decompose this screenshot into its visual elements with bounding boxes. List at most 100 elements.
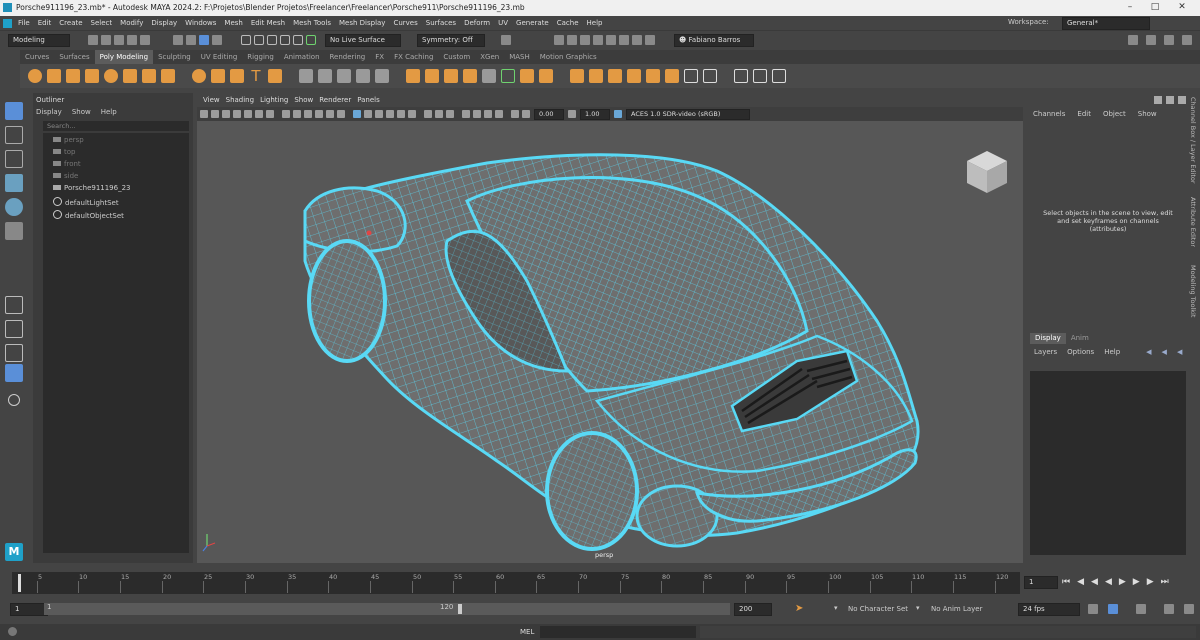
move-layer-down-icon[interactable]: ◀ (1162, 348, 1167, 356)
hypershade-icon[interactable] (606, 35, 616, 45)
quad-draw-icon[interactable] (627, 69, 641, 83)
merge-icon[interactable] (703, 69, 717, 83)
construction-history-icon[interactable] (501, 35, 511, 45)
exposure-field[interactable]: 0.00 (534, 108, 564, 120)
menu-mesh-tools[interactable]: Mesh Tools (293, 19, 331, 27)
animation-end-field[interactable]: 200 (734, 603, 772, 616)
rotate-tool-icon[interactable] (5, 198, 23, 216)
symmetry-dropdown[interactable]: Symmetry: Off (417, 33, 485, 47)
target-weld-icon[interactable] (539, 69, 553, 83)
outliner-search-input[interactable]: Search... (43, 121, 189, 131)
snap-surface-icon[interactable] (293, 35, 303, 45)
layer-tab-anim[interactable]: Anim (1066, 333, 1094, 344)
poly-text-icon[interactable]: T (249, 69, 263, 84)
xray-joints-icon[interactable] (446, 110, 454, 118)
character-set-label[interactable]: No Character Set (848, 605, 908, 613)
outliner-menu-help[interactable]: Help (101, 108, 117, 116)
step-back-frame-icon[interactable]: ◀ (1091, 577, 1098, 587)
shelf-tab-rendering[interactable]: Rendering (325, 50, 371, 64)
field-chart-icon[interactable] (326, 110, 334, 118)
workspace-dropdown[interactable]: General* (1062, 17, 1150, 30)
shadows-icon[interactable] (408, 110, 416, 118)
fill-hole-icon[interactable] (463, 69, 477, 83)
snap-curve-icon[interactable] (254, 35, 264, 45)
channel-box-icon-a[interactable] (1154, 96, 1162, 104)
gate-mask-icon[interactable] (315, 110, 323, 118)
persp-outliner-layout-icon[interactable] (5, 344, 23, 362)
insert-edge-loop-icon[interactable] (589, 69, 603, 83)
loop-icon[interactable] (1088, 604, 1098, 614)
layer-menu-layers[interactable]: Layers (1034, 348, 1057, 356)
menu-file[interactable]: File (18, 19, 30, 27)
new-scene-icon[interactable] (88, 35, 98, 45)
viewport-menu-panels[interactable]: Panels (357, 96, 380, 104)
grease-pencil-icon[interactable] (266, 110, 274, 118)
single-perspective-layout-icon[interactable] (5, 296, 23, 314)
bridge-icon[interactable] (425, 69, 439, 83)
menu-help[interactable]: Help (587, 19, 603, 27)
go-to-end-icon[interactable]: ⏭ (1161, 577, 1169, 587)
viewport-menu-renderer[interactable]: Renderer (319, 96, 351, 104)
shelf-tab-uv-editing[interactable]: UV Editing (196, 50, 243, 64)
menu-deform[interactable]: Deform (464, 19, 490, 27)
shelf-tab-custom[interactable]: Custom (438, 50, 475, 64)
pause-ipr-icon[interactable] (645, 35, 655, 45)
save-scene-icon[interactable] (114, 35, 124, 45)
current-frame-field[interactable]: 1 (1024, 576, 1058, 589)
render-current-icon[interactable] (567, 35, 577, 45)
side-tab-modeling-toolkit[interactable]: Modeling Toolkit (1189, 265, 1197, 317)
append-polygon-icon[interactable] (501, 69, 515, 83)
fps-dropdown[interactable]: 24 fps (1018, 603, 1080, 616)
automatic-map-icon[interactable] (753, 69, 767, 83)
lasso-tool-icon[interactable] (5, 126, 23, 144)
anim-layer-dropdown-arrow[interactable]: ▾ (916, 604, 920, 612)
make-hole-icon[interactable] (482, 69, 496, 83)
undo-icon[interactable] (127, 35, 137, 45)
select-object-icon[interactable] (186, 35, 196, 45)
menu-mesh[interactable]: Mesh (224, 19, 242, 27)
menu-surfaces[interactable]: Surfaces (426, 19, 456, 27)
channel-box-menu-channels[interactable]: Channels (1033, 110, 1065, 118)
offset-edge-loop-icon[interactable] (608, 69, 622, 83)
light-editor-icon[interactable] (632, 35, 642, 45)
animation-preferences-icon[interactable] (1164, 604, 1174, 614)
uv-editor-icon[interactable] (772, 69, 786, 83)
menu-edit-mesh[interactable]: Edit Mesh (251, 19, 285, 27)
outliner-item-porsche[interactable]: Porsche911196_23 (53, 184, 131, 192)
snap-grid-icon[interactable] (241, 35, 251, 45)
bevel-icon[interactable] (444, 69, 458, 83)
slide-edge-icon[interactable] (646, 69, 660, 83)
side-tab-attribute-editor[interactable]: Attribute Editor (1189, 197, 1197, 247)
poly-cylinder-icon[interactable] (66, 69, 80, 83)
shelf-tab-fx-caching[interactable]: FX Caching (389, 50, 438, 64)
lock-camera-icon[interactable] (211, 110, 219, 118)
layer-menu-options[interactable]: Options (1067, 348, 1094, 356)
shelf-tab-sculpting[interactable]: Sculpting (153, 50, 196, 64)
shelf-tab-curves[interactable]: Curves (20, 50, 54, 64)
screen-space-ao-icon[interactable] (462, 110, 470, 118)
smooth-shade-icon[interactable] (364, 110, 372, 118)
safe-action-icon[interactable] (337, 110, 345, 118)
snap-view-plane-icon[interactable] (280, 35, 290, 45)
outliner-item-persp[interactable]: persp (53, 136, 84, 144)
scale-tool-icon[interactable] (5, 222, 23, 240)
script-editor-icon[interactable] (8, 627, 17, 636)
animation-start-field[interactable]: 1 (10, 603, 48, 616)
boolean-icon[interactable] (356, 69, 370, 83)
poly-svg-icon[interactable] (268, 69, 282, 83)
time-ruler[interactable]: 5 10 15 20 25 30 35 40 45 50 55 60 65 70 75 80 85 90 95 100… (12, 572, 1020, 594)
channel-box-icon-c[interactable] (1178, 96, 1186, 104)
tool-settings-icon[interactable] (1164, 35, 1174, 45)
multisample-aa-icon[interactable] (484, 110, 492, 118)
gamma-icon[interactable] (568, 110, 576, 118)
poly-cube-icon[interactable] (47, 69, 61, 83)
shelf-tab-mash[interactable]: MASH (504, 50, 535, 64)
mirror-icon[interactable] (375, 69, 389, 83)
shelf-tab-motion-graphics[interactable]: Motion Graphics (535, 50, 602, 64)
four-view-layout-icon[interactable] (5, 320, 23, 338)
select-tool-icon[interactable] (5, 102, 23, 120)
bookmark-icon[interactable] (233, 110, 241, 118)
viewport-menu-show[interactable]: Show (294, 96, 313, 104)
current-time-marker[interactable] (18, 574, 21, 592)
go-to-start-icon[interactable]: ⏮ (1062, 577, 1070, 587)
